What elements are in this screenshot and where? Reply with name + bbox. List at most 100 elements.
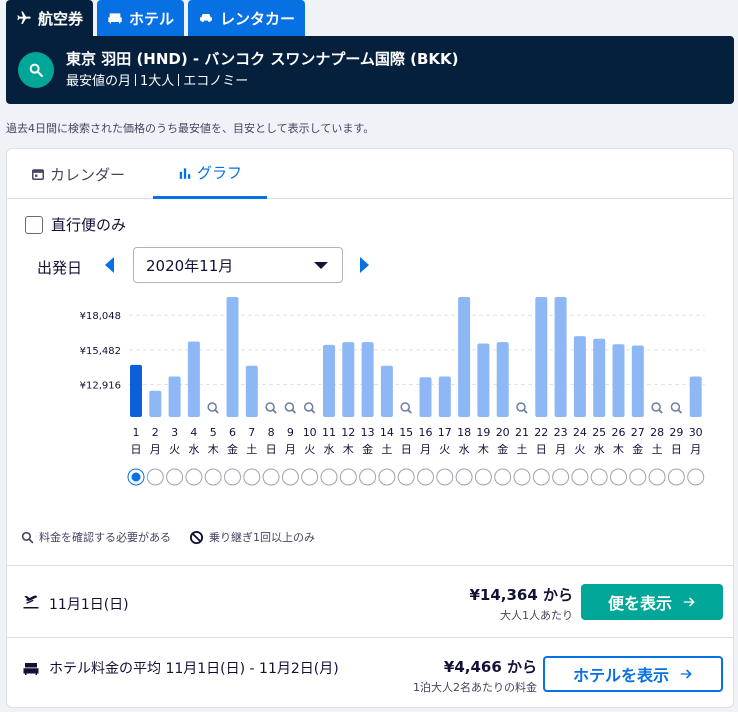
date-radio[interactable] [224,468,241,486]
date-radio[interactable] [513,468,531,486]
bar-chart-icon [179,167,191,179]
x-weekday-label: 木 [343,443,354,456]
legend-check-label: 料金を確認する必要がある [39,531,171,544]
x-day-label: 14 [380,426,394,439]
price-bar [187,341,200,417]
magnifier-icon [677,409,683,414]
month-select[interactable]: 2020年11月 [133,247,343,283]
date-radio[interactable] [687,468,705,486]
date-radio[interactable] [610,468,627,486]
flight-result-row: 11月1日(日) ¥14,364 から 大人1人あたり 便を表示 [7,565,733,637]
date-radio[interactable] [667,468,685,486]
price-bar [631,345,644,417]
legend-check-price: 料金を確認する必要がある [21,529,171,545]
magnifier-icon [272,409,277,414]
x-weekday-label: 火 [574,443,585,456]
departures-icon [23,595,39,609]
x-weekday-label: 土 [652,443,663,456]
x-day-label: 26 [612,426,626,439]
x-weekday-label: 木 [613,443,624,456]
magnifier-icon [523,409,528,414]
tab-calendar[interactable]: カレンダー [31,149,125,199]
date-radio[interactable] [629,468,647,486]
price-bar [245,365,258,417]
date-radio[interactable] [166,468,184,486]
x-weekday-label: 金 [497,442,508,456]
tab-car-hire[interactable]: レンタカー [188,0,306,36]
previous-month-button[interactable] [105,257,114,273]
date-radio[interactable] [648,468,666,486]
date-radio[interactable] [378,468,396,486]
date-radio[interactable] [494,468,512,486]
x-day-label: 10 [303,426,317,439]
price-bar [380,365,393,417]
x-day-label: 17 [438,426,452,439]
tab-graph[interactable]: グラフ [153,149,267,199]
date-radio[interactable] [301,468,319,486]
x-weekday-label: 土 [381,443,392,456]
date-radio[interactable] [552,468,570,486]
x-day-label: 3 [171,426,178,439]
x-weekday-label: 日 [266,443,277,456]
date-radio[interactable] [397,468,415,486]
x-weekday-label: 月 [555,443,566,456]
flight-price-per: 大人1人あたり [500,609,573,622]
price-bar [554,297,567,417]
direct-only-filter[interactable]: 直行便のみ [25,214,126,235]
date-radio[interactable] [359,468,377,486]
date-radio[interactable] [243,468,261,486]
date-radio[interactable] [417,468,434,486]
magnifier-icon [284,402,295,412]
price-bar [226,297,239,417]
x-weekday-label: 木 [208,443,219,456]
date-radio[interactable] [339,468,357,486]
x-weekday-label: 日 [536,443,547,456]
date-radio[interactable] [455,468,473,486]
date-radio[interactable] [571,468,589,486]
hotel-price-per: 1泊大人2名あたりの料金 [413,681,537,694]
magnifier-icon [207,402,217,412]
date-radio[interactable] [185,468,203,486]
x-weekday-label: 金 [632,442,643,456]
magnifier-icon [651,402,661,412]
x-day-label: 11 [322,426,336,439]
price-bar [323,344,335,417]
date-radio[interactable] [474,468,492,486]
route-title: 東京 羽田 (HND) - バンコク スワンナプーム国際 (BKK) [66,49,459,68]
x-weekday-label: 火 [169,443,180,456]
tab-flights-label: 航空券 [38,9,84,28]
date-radio[interactable] [281,468,299,486]
x-weekday-label: 月 [690,443,701,456]
date-radio[interactable] [590,468,608,486]
date-radio[interactable] [436,468,454,486]
magnifier-icon [670,402,681,412]
date-radio[interactable] [320,468,338,486]
calendar-icon [32,169,44,180]
chart-legend: 料金を確認する必要がある 乗り継ぎ1回以上のみ [21,529,327,545]
x-weekday-label: 水 [324,443,335,456]
hotel-result-row: ホテル料金の平均 11月1日(日) - 11月2日(月) ¥4,466 から 1… [7,637,733,707]
x-weekday-label: 日 [131,443,142,456]
x-day-label: 16 [419,426,433,439]
search-summary[interactable]: 東京 羽田 (HND) - バンコク スワンナプーム国際 (BKK) 最安値の月… [6,36,734,104]
x-day-label: 19 [476,426,490,439]
x-weekday-label: 月 [285,443,296,456]
next-month-button[interactable] [360,257,369,273]
x-day-label: 23 [554,426,568,439]
direct-only-checkbox[interactable] [25,215,43,234]
tab-flights[interactable]: 航空券 [6,0,94,36]
x-day-label: 1 [133,426,140,439]
show-hotels-button[interactable]: ホテルを表示 [543,656,723,692]
tab-calendar-label: カレンダー [50,165,126,184]
date-radio[interactable] [262,468,280,486]
date-radio[interactable] [146,468,164,486]
search-button[interactable] [18,52,54,88]
tab-hotels[interactable]: ホテル [97,0,185,36]
show-flights-button[interactable]: 便を表示 [581,584,723,620]
date-radio[interactable] [204,468,222,486]
x-day-label: 6 [229,426,236,439]
price-graph-card: カレンダー グラフ 直行便のみ 出発日 2020年11月 ¥18,048 ¥15,… [6,148,734,708]
x-day-label: 29 [669,426,683,439]
month-value: 2020年11月 [146,256,234,275]
date-radio[interactable] [532,468,550,486]
